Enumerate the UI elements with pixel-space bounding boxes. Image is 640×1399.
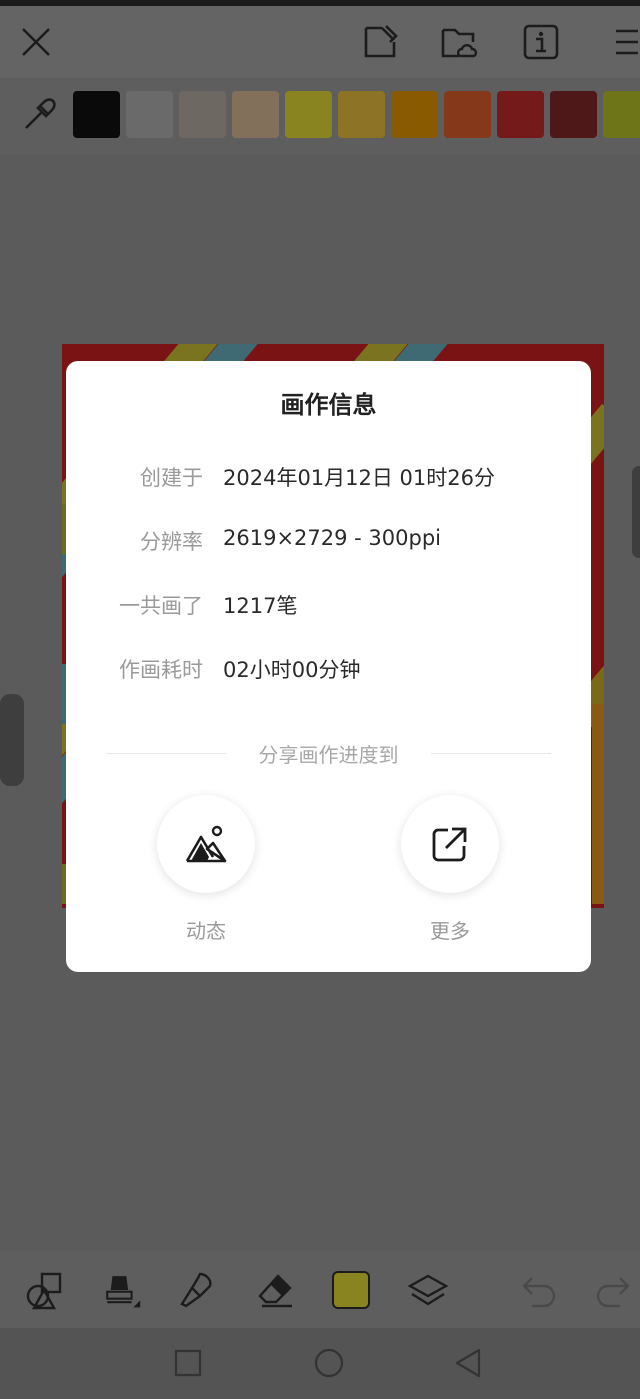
info-value: 1217笔	[223, 594, 298, 618]
info-row-created: 创建于 2024年01月12日 01时26分	[66, 462, 591, 496]
color-palette-bar	[0, 78, 640, 154]
sticker-icon[interactable]	[358, 20, 402, 64]
color-swatch-5[interactable]	[338, 91, 385, 138]
left-side-handle[interactable]	[0, 694, 24, 786]
back-icon[interactable]	[450, 1345, 486, 1381]
bottom-toolbar	[0, 1250, 640, 1328]
redo-icon[interactable]	[592, 1270, 632, 1310]
smudge-icon[interactable]	[178, 1270, 218, 1310]
info-row-resolution: 分辨率 2619×2729 - 300ppi	[66, 526, 591, 560]
color-swatch-10[interactable]	[603, 91, 640, 138]
color-swatch-0[interactable]	[73, 91, 120, 138]
share-more-label[interactable]: 更多	[401, 915, 499, 944]
eyedropper-icon[interactable]	[20, 96, 58, 134]
color-swatch[interactable]	[331, 1270, 371, 1310]
shapes-icon[interactable]	[24, 1270, 64, 1310]
menu-icon[interactable]	[606, 20, 640, 64]
color-swatch-4[interactable]	[285, 91, 332, 138]
color-swatch-7[interactable]	[444, 91, 491, 138]
close-icon[interactable]	[14, 20, 58, 64]
share-more-button[interactable]	[401, 795, 499, 893]
info-label: 分辨率	[140, 530, 203, 554]
info-label: 一共画了	[119, 594, 203, 618]
image-mountain-icon	[185, 825, 227, 863]
eraser-icon[interactable]	[256, 1270, 296, 1310]
recent-apps-icon[interactable]	[170, 1345, 206, 1381]
layers-icon[interactable]	[408, 1270, 448, 1310]
system-nav-bar	[0, 1328, 640, 1399]
undo-icon[interactable]	[520, 1270, 560, 1310]
info-value: 2619×2729 - 300ppi	[223, 526, 441, 550]
share-feed-label[interactable]: 动态	[157, 915, 255, 944]
share-feed-button[interactable]	[157, 795, 255, 893]
info-row-strokes: 一共画了 1217笔	[66, 590, 591, 624]
divider-right	[431, 753, 551, 754]
info-label: 作画耗时	[119, 658, 203, 682]
color-swatch-6[interactable]	[391, 91, 438, 138]
home-icon[interactable]	[311, 1345, 347, 1381]
brush-icon[interactable]	[102, 1270, 142, 1310]
info-icon[interactable]	[519, 20, 563, 64]
top-bar	[0, 6, 640, 78]
info-value: 02小时00分钟	[223, 658, 361, 682]
color-swatch-1[interactable]	[126, 91, 173, 138]
info-label: 创建于	[140, 466, 203, 490]
dialog-title: 画作信息	[280, 391, 377, 419]
cloud-folder-icon[interactable]	[438, 20, 482, 64]
right-side-handle[interactable]	[632, 466, 640, 558]
share-external-icon	[432, 827, 467, 862]
artwork-info-dialog: 画作信息 创建于 2024年01月12日 01时26分 分辨率 2619×272…	[66, 361, 591, 972]
color-swatch-3[interactable]	[232, 91, 279, 138]
color-swatch-2[interactable]	[179, 91, 226, 138]
color-swatch-9[interactable]	[550, 91, 597, 138]
color-swatch-8[interactable]	[497, 91, 544, 138]
info-row-duration: 作画耗时 02小时00分钟	[66, 654, 591, 688]
info-value: 2024年01月12日 01时26分	[223, 466, 496, 490]
